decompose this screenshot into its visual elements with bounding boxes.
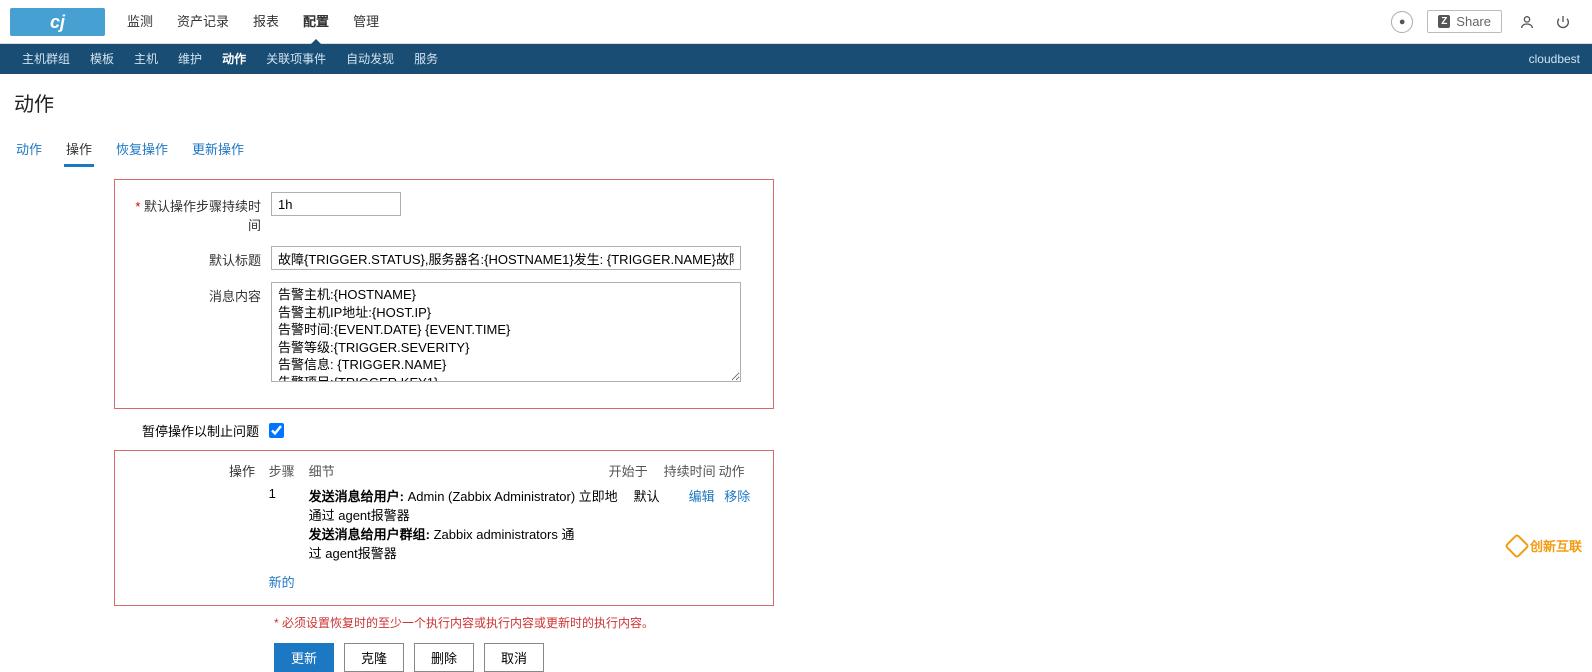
form-block: 默认操作步骤持续时间 默认标题 消息内容 — [114, 179, 774, 409]
ops-h-detail: 细节 — [309, 461, 609, 480]
page-title: 动作 — [0, 74, 1592, 135]
subject-label: 默认标题 — [131, 246, 271, 269]
z-badge-icon: Z — [1438, 15, 1450, 28]
ops-detail: 发送消息给用户: Admin (Zabbix Administrator) 通过… — [309, 486, 579, 562]
nav-inventory[interactable]: 资产记录 — [165, 0, 241, 44]
share-label: Share — [1456, 14, 1491, 29]
subnav-hosts[interactable]: 主机 — [124, 44, 168, 74]
pause-checkbox[interactable] — [269, 423, 284, 438]
nav-reports[interactable]: 报表 — [241, 0, 291, 44]
message-textarea[interactable] — [271, 282, 741, 382]
ops-h-action: 动作 — [719, 461, 759, 480]
nav-admin[interactable]: 管理 — [341, 0, 391, 44]
ops-step-num: 1 — [269, 486, 309, 501]
ops-block: 操作 步骤 细节 开始于 持续时间 动作 1 发送消息给用户: Admin (Z… — [114, 450, 774, 606]
watermark-icon — [1504, 533, 1529, 558]
sub-nav: 主机群组 模板 主机 维护 动作 关联项事件 自动发现 服务 cloudbest — [0, 44, 1592, 74]
subnav-right-text: cloudbest — [1529, 52, 1580, 66]
ops-table-head: 步骤 细节 开始于 持续时间 动作 — [269, 461, 759, 480]
ops-edit-link[interactable]: 编辑 — [689, 489, 715, 504]
watermark: 创新互联 — [1508, 536, 1582, 555]
main-nav: 监测 资产记录 报表 配置 管理 — [115, 0, 391, 44]
tab-operation[interactable]: 操作 — [64, 135, 94, 167]
tabs: 动作 操作 恢复操作 更新操作 — [14, 135, 1578, 167]
message-label: 消息内容 — [131, 282, 271, 305]
duration-label: 默认操作步骤持续时间 — [131, 192, 271, 234]
subnav-correlation[interactable]: 关联项事件 — [256, 44, 336, 74]
update-button[interactable]: 更新 — [274, 643, 334, 672]
button-row: 更新 克隆 删除 取消 — [274, 643, 1578, 672]
ops-h-step: 步骤 — [269, 461, 309, 480]
ops-d2-prefix: 发送消息给用户群组: — [309, 527, 430, 542]
logo[interactable]: cj — [10, 8, 105, 36]
tab-recovery[interactable]: 恢复操作 — [114, 135, 170, 167]
help-icon[interactable]: ● — [1391, 11, 1413, 33]
delete-button[interactable]: 删除 — [414, 643, 474, 672]
nav-monitor[interactable]: 监测 — [115, 0, 165, 44]
user-icon[interactable] — [1516, 11, 1538, 33]
ops-start: 立即地 — [579, 486, 634, 505]
top-right: ● Z Share — [1391, 10, 1592, 33]
subject-input[interactable] — [271, 246, 741, 270]
duration-input[interactable] — [271, 192, 401, 216]
ops-d1-prefix: 发送消息给用户: — [309, 489, 404, 504]
watermark-text: 创新互联 — [1530, 536, 1582, 555]
cancel-button[interactable]: 取消 — [484, 643, 544, 672]
top-bar: cj 监测 资产记录 报表 配置 管理 ● Z Share — [0, 0, 1592, 44]
warn-text: * 必须设置恢复时的至少一个执行内容或执行内容或更新时的执行内容。 — [274, 614, 1578, 631]
share-button[interactable]: Z Share — [1427, 10, 1502, 33]
subnav-actions[interactable]: 动作 — [212, 44, 256, 74]
power-icon[interactable] — [1552, 11, 1574, 33]
tab-update[interactable]: 更新操作 — [190, 135, 246, 167]
subnav-templates[interactable]: 模板 — [80, 44, 124, 74]
ops-new-link[interactable]: 新的 — [269, 572, 759, 591]
ops-row: 1 发送消息给用户: Admin (Zabbix Administrator) … — [269, 486, 759, 562]
ops-h-duration: 持续时间 — [664, 461, 719, 480]
clone-button[interactable]: 克隆 — [344, 643, 404, 672]
tab-action[interactable]: 动作 — [14, 135, 44, 167]
ops-label: 操作 — [125, 461, 265, 480]
subnav-hostgroups[interactable]: 主机群组 — [12, 44, 80, 74]
subnav-maintenance[interactable]: 维护 — [168, 44, 212, 74]
ops-remove-link[interactable]: 移除 — [724, 489, 750, 504]
ops-duration: 默认 — [634, 486, 689, 505]
nav-config[interactable]: 配置 — [291, 0, 341, 44]
subnav-discovery[interactable]: 自动发现 — [336, 44, 404, 74]
pause-label: 暂停操作以制止问题 — [114, 421, 269, 440]
ops-h-start: 开始于 — [609, 461, 664, 480]
subnav-services[interactable]: 服务 — [404, 44, 448, 74]
